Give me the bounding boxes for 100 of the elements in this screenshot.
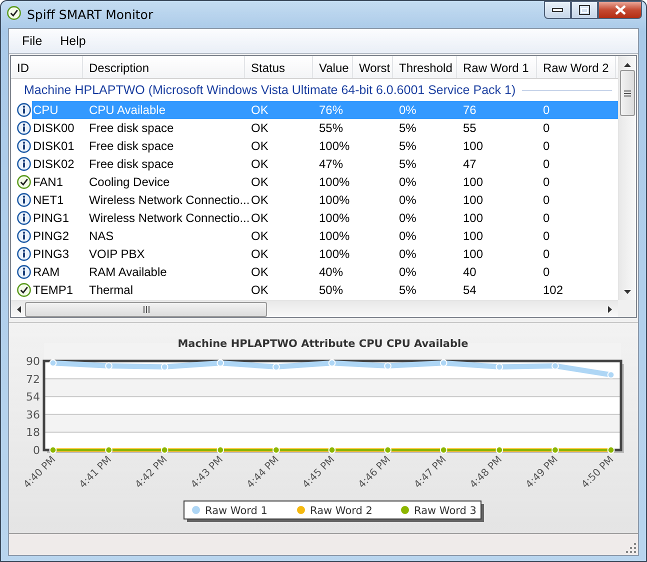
table-row[interactable]: PING3 VOIP PBX OK 100% 0% 100 0 <box>32 245 618 263</box>
table-cell-text: NAS <box>88 229 115 243</box>
table-cell-text: TEMP1 <box>32 283 74 297</box>
table-cell-text: CPU <box>32 103 60 117</box>
legend-label: Raw Word 3 <box>414 505 476 517</box>
group-header: Machine HPLAPTWO (Microsoft Windows Vista Ultimate 64-bit 6.0.6001 Service Pack 1) <box>24 83 516 97</box>
info-icon <box>17 229 31 243</box>
point <box>160 363 168 371</box>
table-cell-text: OK <box>250 229 270 243</box>
table-cell-text: OK <box>250 175 270 189</box>
horizontal-scrollbar[interactable] <box>11 300 618 317</box>
table-cell-text: 40 <box>462 265 478 279</box>
table-row[interactable]: NET1 Wireless Network Connectio...OK 100% 0% 100 0 <box>32 191 618 209</box>
table-cell-text: PING2 <box>32 229 70 243</box>
axis-tick-label: 54 <box>26 390 40 404</box>
table-cell-text: VOIP PBX <box>88 247 146 261</box>
grip-icon <box>624 90 631 96</box>
table-cell-text: DISK02 <box>32 157 76 171</box>
point <box>384 362 392 370</box>
table-cell-text: 0 <box>542 229 551 243</box>
table-cell-text: OK <box>250 157 270 171</box>
minimize-icon <box>552 8 563 12</box>
table-cell-text: 100% <box>318 193 351 207</box>
column-header[interactable]: Raw Word 1 <box>457 56 537 78</box>
table-cell-text: RAM <box>32 265 61 279</box>
table-cell-text: 102 <box>542 283 564 297</box>
table-cell-text: Thermal <box>88 283 134 297</box>
right-arrow-icon[interactable] <box>608 306 612 312</box>
close-icon <box>614 5 626 15</box>
check-icon <box>17 175 31 189</box>
axis-tick-label: 72 <box>26 372 40 386</box>
axis-tick-label: 18 <box>26 426 40 440</box>
table-cell-text: 47 <box>462 157 478 171</box>
vertical-scrollbar[interactable] <box>618 56 636 300</box>
minimize-button[interactable] <box>544 1 571 19</box>
table-cell-text: 100 <box>462 139 484 153</box>
point <box>607 371 615 379</box>
menu-item[interactable]: File <box>13 31 52 51</box>
table-cell-text: OK <box>250 139 270 153</box>
column-header[interactable]: Worst <box>353 56 393 78</box>
column-header[interactable]: Status <box>245 56 313 78</box>
table-row[interactable]: TEMP1 Thermal OK 50% 5% 54 102 <box>32 281 618 299</box>
table-cell-text: RAM Available <box>88 265 168 279</box>
window-title: Spiff SMART Monitor <box>27 7 154 22</box>
column-header[interactable]: Value <box>313 56 353 78</box>
legend-label: Raw Word 2 <box>310 505 372 517</box>
check-icon <box>17 283 31 297</box>
table-row[interactable]: PING2 NAS OK 100% 0% 100 0 <box>32 227 618 245</box>
column-header[interactable]: Threshold <box>393 56 457 78</box>
table-cell-text: OK <box>250 247 270 261</box>
left-arrow-icon[interactable] <box>17 306 21 312</box>
table-cell-text: 0% <box>398 211 418 225</box>
table-cell-text: 0% <box>398 247 418 261</box>
table-cell-text: 100% <box>318 175 351 189</box>
table-row[interactable]: PING1 Wireless Network Connectio...OK 100% 0% 100 0 <box>32 209 618 227</box>
axis-tick-label: 90 <box>26 355 40 368</box>
table-cell-text: Cooling Device <box>88 175 171 189</box>
table-row[interactable]: RAM RAM Available OK 40% 0% 40 0 <box>32 263 618 281</box>
point <box>440 359 448 367</box>
down-arrow-icon[interactable] <box>624 290 631 294</box>
menu-item[interactable]: Help <box>51 31 95 51</box>
column-header[interactable]: Raw Word 2 <box>537 56 616 78</box>
info-icon <box>17 121 31 135</box>
table-cell-text: 76 <box>462 103 478 117</box>
table-cell-text: DISK00 <box>32 121 76 135</box>
table-cell-text: 0% <box>398 229 418 243</box>
grip-icon <box>142 306 150 312</box>
point <box>552 362 559 370</box>
column-header[interactable]: Description <box>83 56 245 78</box>
info-icon <box>17 139 31 153</box>
info-icon <box>17 265 31 279</box>
column-header[interactable]: ID <box>11 56 83 78</box>
table-cell-text: 100 <box>462 175 484 189</box>
close-button[interactable] <box>598 1 642 19</box>
table-cell-text: 5% <box>398 139 418 153</box>
table-cell-text: CPU Available <box>88 103 166 117</box>
table-row[interactable]: DISK00 Free disk space OK 55% 5% 55 0 <box>32 119 618 137</box>
table-cell-text: OK <box>250 103 270 117</box>
table-cell-text: 55% <box>318 121 344 135</box>
axis-tick-label: 36 <box>26 408 40 422</box>
table-row[interactable]: DISK01 Free disk space OK 100% 5% 100 0 <box>32 137 618 155</box>
table-cell-text: OK <box>250 265 270 279</box>
table-cell-text: 54 <box>462 283 478 297</box>
up-arrow-icon[interactable] <box>624 63 631 67</box>
table-row[interactable]: FAN1 Cooling Device OK 100% 0% 100 0 <box>32 173 618 191</box>
table-cell-text: 0 <box>542 265 551 279</box>
table-cell-text: 0% <box>398 265 418 279</box>
point <box>105 362 112 370</box>
maximize-button[interactable] <box>571 1 598 19</box>
table-cell-text: 50% <box>318 283 344 297</box>
resize-grip-icon[interactable] <box>626 543 636 553</box>
table-cell-text: 100 <box>462 229 484 243</box>
table-cell-text: 5% <box>398 157 418 171</box>
table-cell-text: 0 <box>542 121 551 135</box>
table-cell-text: PING3 <box>32 247 70 261</box>
table-cell-text: 0 <box>542 193 551 207</box>
table-cell-text: 0% <box>398 175 418 189</box>
table-row[interactable]: DISK02 Free disk space OK 47% 5% 47 0 <box>32 155 618 173</box>
point <box>328 359 336 367</box>
table-cell-text: 100% <box>318 229 351 243</box>
